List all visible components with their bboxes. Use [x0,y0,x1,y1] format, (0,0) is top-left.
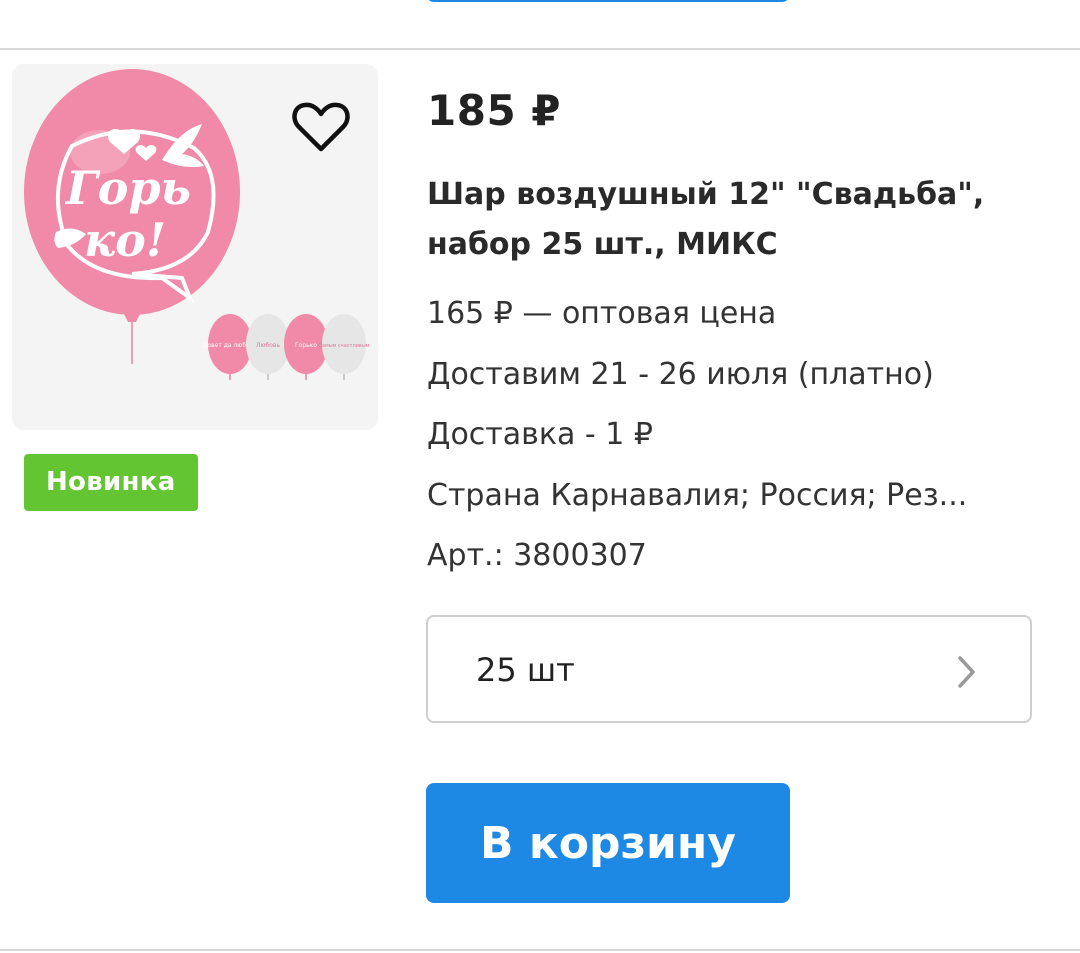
product-sku: Арт.: 3800307 [427,538,647,573]
balloon-text-line2: ко! [84,213,166,267]
small-balloon: Самым счастливым [318,314,370,380]
small-balloon: Любовь [246,314,290,380]
small-balloon-label: Любовь [256,342,280,349]
quantity-value: 25 шт [476,651,575,689]
product-price: 185 ₽ [427,86,562,135]
divider [0,949,1080,951]
quantity-select[interactable]: 25 шт [426,615,1032,723]
country-of-origin: Страна Карнавалия; Россия; Рез... [427,478,968,513]
balloon-text-line1: Горь [64,161,191,215]
product-list-page: Горь ко! Совет да любовь Любовь Горько С… [0,0,1080,953]
previous-item-cart-button[interactable] [426,0,790,2]
heart-outline-icon [292,102,350,152]
small-balloon-label: Горько [295,342,317,349]
favorite-button[interactable] [286,92,356,162]
delivery-cost: Доставка - 1 ₽ [427,417,653,452]
new-badge: Новинка [24,454,198,511]
product-title[interactable]: Шар воздушный 12" "Свадьба", набор 25 шт… [427,170,1047,270]
delivery-date: Доставим 21 - 26 июля (платно) [427,357,934,392]
chevron-right-icon [958,656,975,688]
divider [0,48,1080,50]
small-balloon-label: Самым счастливым [318,343,369,349]
balloon-knot [124,314,140,322]
add-to-cart-button[interactable]: В корзину [426,783,790,903]
wholesale-price: 165 ₽ — оптовая цена [427,296,777,331]
